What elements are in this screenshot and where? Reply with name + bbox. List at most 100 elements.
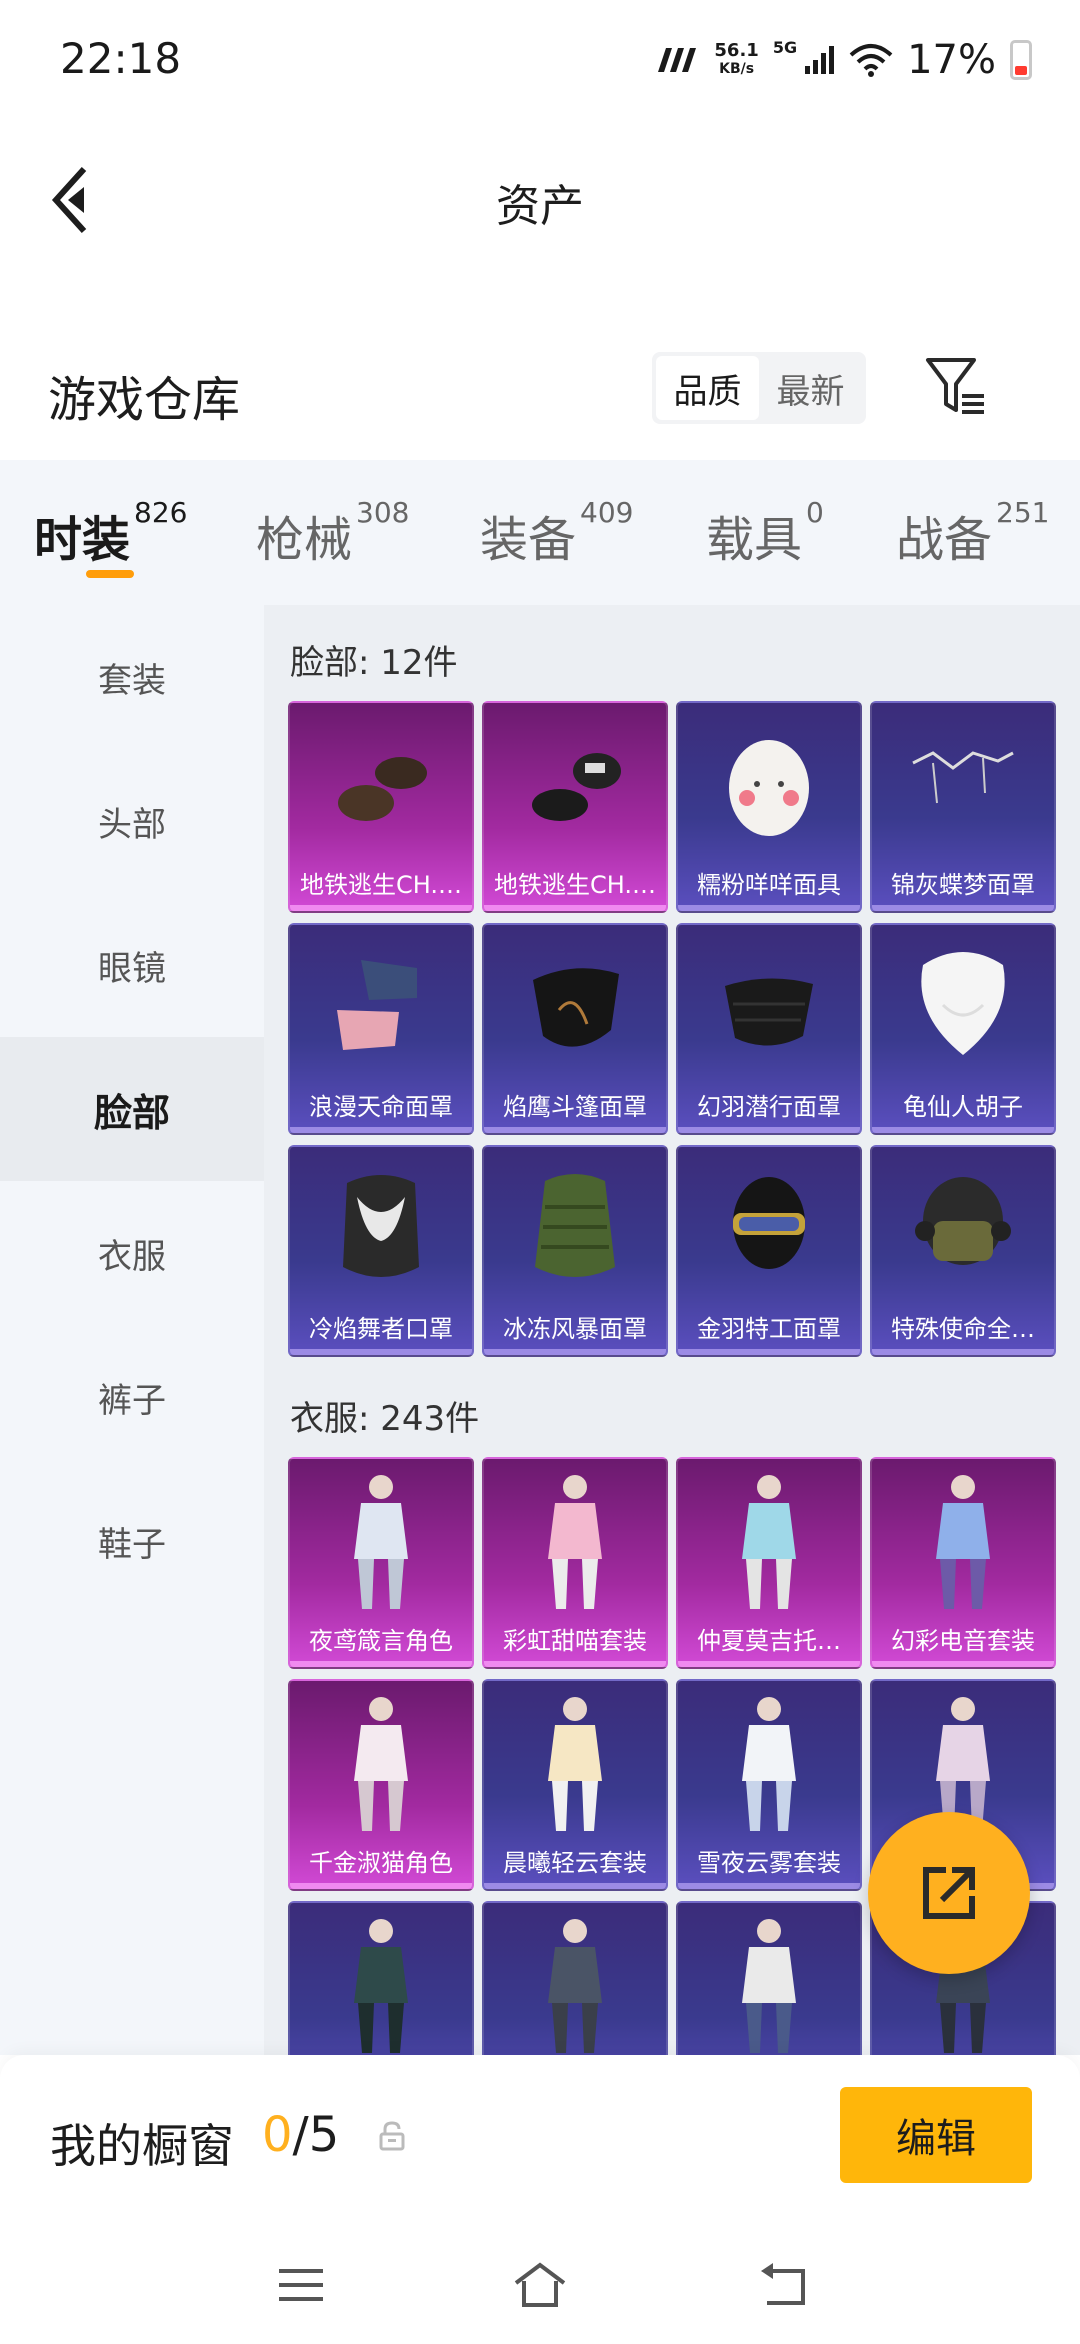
edit-button[interactable]: 编辑 bbox=[840, 2087, 1032, 2183]
item-card[interactable]: 金羽特工面罩 bbox=[676, 1145, 862, 1357]
net-speed: 56.1 KB/s bbox=[714, 40, 759, 78]
item-card[interactable]: 晨曦轻云套装 bbox=[482, 1679, 668, 1891]
section-title-face: 脸部: 12件 bbox=[290, 643, 458, 683]
item-card[interactable] bbox=[676, 1901, 862, 2055]
battery-icon bbox=[1010, 40, 1032, 80]
sort-newest-option[interactable]: 最新 bbox=[759, 356, 862, 420]
item-card[interactable]: 龟仙人胡子 bbox=[870, 923, 1056, 1135]
item-image bbox=[872, 1459, 1054, 1629]
status-bar: 22:18 56.1 KB/s 5G 17% bbox=[0, 0, 1080, 120]
showcase-label: 我的橱窗 bbox=[50, 2119, 234, 2173]
warehouse-title: 游戏仓库 bbox=[48, 372, 241, 428]
item-image bbox=[678, 925, 860, 1095]
network-type: 5G bbox=[772, 38, 798, 57]
item-image bbox=[484, 1681, 666, 1851]
filter-icon bbox=[926, 358, 984, 414]
item-card[interactable]: 浪漫天命面罩 bbox=[288, 923, 474, 1135]
showcase-count: 0/5 bbox=[262, 2107, 340, 2163]
item-card[interactable]: 彩虹甜喵套装 bbox=[482, 1457, 668, 1669]
tab-weapons[interactable]: 枪械 308 bbox=[256, 496, 409, 570]
item-card[interactable]: 幻彩电音套装 bbox=[870, 1457, 1056, 1669]
share-button[interactable] bbox=[868, 1812, 1030, 1974]
item-image bbox=[290, 703, 472, 873]
item-card[interactable]: 千金淑猫角色 bbox=[288, 1679, 474, 1891]
status-icons: 56.1 KB/s 5G 17% bbox=[656, 36, 1032, 84]
side-item-clothes[interactable]: 衣服 bbox=[0, 1181, 264, 1325]
tab-vehicles[interactable]: 载具 0 bbox=[706, 496, 824, 570]
item-name: 晨曦轻云套装 bbox=[503, 1849, 647, 1877]
item-name: 糯粉咩咩面具 bbox=[697, 871, 841, 899]
item-name: 冷焰舞者口罩 bbox=[309, 1315, 453, 1343]
item-card[interactable] bbox=[482, 1901, 668, 2055]
item-name: 冰冻风暴面罩 bbox=[503, 1315, 647, 1343]
category-tabs: 时装 826 枪械 308 装备 409 载具 0 战备 251 bbox=[0, 460, 1080, 605]
item-name: 仲夏莫吉托… bbox=[697, 1627, 841, 1655]
item-image bbox=[678, 1459, 860, 1629]
side-item-glasses[interactable]: 眼镜 bbox=[0, 893, 264, 1037]
item-image bbox=[678, 1681, 860, 1851]
item-image bbox=[872, 925, 1054, 1095]
carrier-logo-icon bbox=[658, 48, 697, 72]
wifi-icon bbox=[849, 44, 893, 77]
item-name: 龟仙人胡子 bbox=[903, 1093, 1023, 1121]
top-header: 资产 bbox=[0, 140, 1080, 260]
sort-quality-option[interactable]: 品质 bbox=[656, 356, 759, 420]
tab-fashion[interactable]: 时装 826 bbox=[34, 496, 187, 570]
system-navbar bbox=[0, 2235, 1080, 2344]
item-image bbox=[290, 1681, 472, 1851]
item-image bbox=[484, 1459, 666, 1629]
home-button[interactable] bbox=[505, 2255, 575, 2315]
item-card[interactable]: 冷焰舞者口罩 bbox=[288, 1145, 474, 1357]
showcase-panel: 我的橱窗 0/5 编辑 bbox=[0, 2055, 1080, 2235]
filter-button[interactable] bbox=[922, 354, 988, 420]
item-name: 幻羽潜行面罩 bbox=[697, 1093, 841, 1121]
signal-icon bbox=[805, 46, 835, 74]
item-image bbox=[484, 703, 666, 873]
side-item-shoes[interactable]: 鞋子 bbox=[0, 1469, 264, 1613]
side-item-face[interactable]: 脸部 bbox=[0, 1037, 264, 1181]
item-card[interactable]: 地铁逃生CH.… bbox=[482, 701, 668, 913]
item-name: 夜鸢箴言角色 bbox=[309, 1627, 453, 1655]
item-name: 地铁逃生CH.… bbox=[299, 871, 462, 899]
page-title: 资产 bbox=[496, 181, 584, 232]
lock-icon[interactable] bbox=[378, 2121, 406, 2151]
item-card[interactable]: 锦灰蝶梦面罩 bbox=[870, 701, 1056, 913]
battery-percent: 17% bbox=[907, 37, 996, 83]
item-card[interactable]: 幻羽潜行面罩 bbox=[676, 923, 862, 1135]
item-card[interactable]: 地铁逃生CH.… bbox=[288, 701, 474, 913]
item-card[interactable] bbox=[288, 1901, 474, 2055]
item-card[interactable]: 冰冻风暴面罩 bbox=[482, 1145, 668, 1357]
item-card[interactable]: 仲夏莫吉托… bbox=[676, 1457, 862, 1669]
item-name: 幻彩电音套装 bbox=[891, 1627, 1035, 1655]
section-title-clothes: 衣服: 243件 bbox=[290, 1399, 480, 1439]
back-arrow-icon bbox=[761, 2263, 805, 2305]
item-name: 彩虹甜喵套装 bbox=[503, 1627, 647, 1655]
tab-indicator bbox=[86, 570, 134, 578]
menu-button[interactable] bbox=[266, 2255, 336, 2315]
item-image bbox=[678, 703, 860, 873]
side-item-suit[interactable]: 套装 bbox=[0, 605, 264, 749]
item-name: 焰鹰斗篷面罩 bbox=[503, 1093, 647, 1121]
item-card[interactable]: 夜鸢箴言角色 bbox=[288, 1457, 474, 1669]
item-card[interactable]: 特殊使命全… bbox=[870, 1145, 1056, 1357]
side-item-pants[interactable]: 裤子 bbox=[0, 1325, 264, 1469]
item-card[interactable]: 雪夜云雾套装 bbox=[676, 1679, 862, 1891]
item-image bbox=[872, 1147, 1054, 1317]
item-image bbox=[484, 1903, 666, 2055]
tab-equipment[interactable]: 装备 409 bbox=[480, 496, 633, 570]
item-name: 千金淑猫角色 bbox=[309, 1849, 453, 1877]
item-image bbox=[290, 1459, 472, 1629]
item-name: 地铁逃生CH.… bbox=[493, 871, 656, 899]
item-card[interactable]: 糯粉咩咩面具 bbox=[676, 701, 862, 913]
side-item-head[interactable]: 头部 bbox=[0, 749, 264, 893]
item-image bbox=[290, 1147, 472, 1317]
back-nav-button[interactable] bbox=[748, 2255, 818, 2315]
tab-supplies[interactable]: 战备 251 bbox=[896, 496, 1049, 570]
item-card[interactable]: 焰鹰斗篷面罩 bbox=[482, 923, 668, 1135]
face-items-grid: 地铁逃生CH.… 地铁逃生CH.… 糯粉咩咩面具 锦灰蝶梦面罩浪漫天命面罩 焰鹰斗篷面罩… bbox=[288, 701, 1056, 1357]
side-nav: 套装 头部 眼镜 脸部 衣服 裤子 鞋子 bbox=[0, 605, 264, 2055]
item-image bbox=[290, 1903, 472, 2055]
item-image bbox=[290, 925, 472, 1095]
item-image bbox=[678, 1903, 860, 2055]
item-name: 浪漫天命面罩 bbox=[309, 1093, 453, 1121]
